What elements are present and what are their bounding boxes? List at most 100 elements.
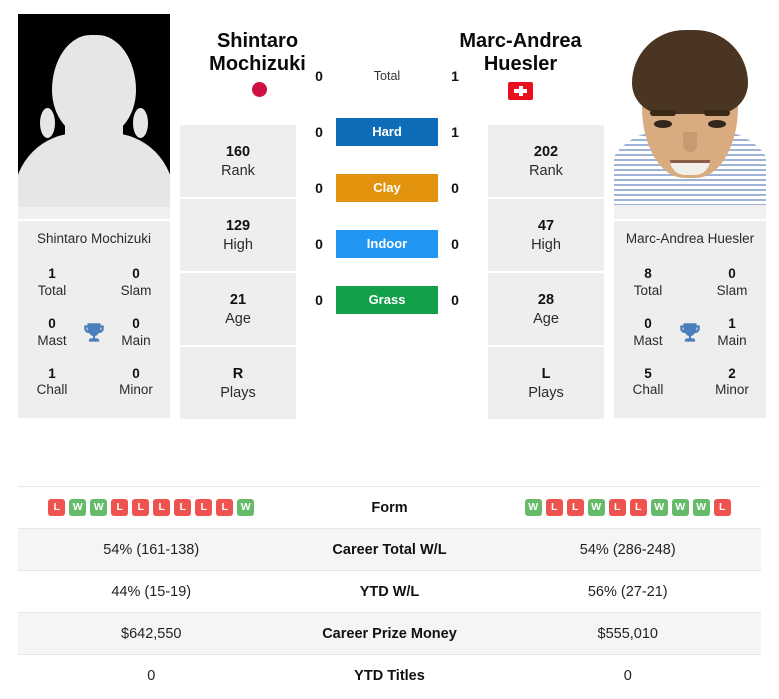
placeholder-silhouette-icon — [18, 14, 170, 219]
comparison-row-career-prize-money: $642,550 Career Prize Money $555,010 — [18, 612, 761, 654]
comparison-label-career-total-wl: Career Total W/L — [332, 541, 447, 558]
left-titles-slam: 0 Slam — [120, 266, 152, 298]
right-form-strip: WLLWLLWWWL — [495, 499, 762, 516]
h2h-indoor-right: 0 — [451, 236, 459, 252]
comparison-label-ytd-titles: YTD Titles — [354, 667, 425, 684]
comparison-label-career-prize-money: Career Prize Money — [322, 625, 457, 642]
surface-badge-indoor: Indoor — [336, 230, 438, 258]
form-chip-w[interactable]: W — [524, 499, 542, 516]
left-player-flag — [180, 82, 339, 108]
left-career-total-wl: 54% (161-138) — [103, 541, 200, 558]
right-stat-age: 28 Age — [488, 273, 604, 348]
japan-flag-icon — [252, 82, 267, 98]
switzerland-flag-icon — [508, 82, 533, 101]
h2h-row-grass: 0 Grass 0 — [302, 286, 472, 314]
right-titles-slam: 0 Slam — [716, 266, 748, 298]
surface-badge-clay: Clay — [336, 174, 438, 202]
left-player-photo — [18, 14, 170, 219]
left-titles-row-3: 1 Chall 0 Minor — [18, 357, 170, 407]
left-player-titles-card: 1 Total 0 Slam 0 Mast 0 Main 1 Chall 0 M… — [18, 255, 170, 419]
left-titles-minor: 0 Minor — [119, 365, 153, 398]
right-titles-row-2: 0 Mast 1 Main — [614, 307, 766, 357]
left-titles-total: 1 Total — [37, 266, 67, 298]
right-player-photo — [614, 14, 766, 219]
player-comparison-page: Shintaro Mochizuki 1 Total 0 Slam 0 Mast… — [0, 0, 779, 699]
h2h-clay-right: 0 — [451, 180, 459, 196]
left-player-name: Shintaro Mochizuki — [209, 30, 306, 76]
right-ytd-wl: 56% (27-21) — [587, 583, 668, 600]
comparison-label-form: Form — [371, 499, 408, 516]
right-stat-plays: L Plays — [528, 366, 564, 401]
comparison-row-form: LWWLLLLLLW Form WLLWLLWWWL — [18, 486, 761, 528]
h2h-row-hard: 0 Hard 1 — [302, 118, 472, 146]
right-stat-rank: 202 Rank — [488, 125, 604, 200]
form-chip-l[interactable]: L — [132, 499, 150, 516]
left-ytd-titles: 0 — [147, 667, 156, 684]
right-player-column: Marc-Andrea Huesler 8 Total 0 Slam 0 Mas… — [614, 14, 766, 478]
form-chip-w[interactable]: W — [90, 499, 108, 516]
right-player-titles-card: 8 Total 0 Slam 0 Mast 1 Main 5 Chall 2 M… — [614, 255, 766, 419]
form-chip-l[interactable]: L — [48, 499, 66, 516]
form-chip-w[interactable]: W — [671, 499, 689, 516]
right-career-total-wl: 54% (286-248) — [579, 541, 676, 558]
surface-badge-grass: Grass — [336, 286, 438, 314]
form-chip-l[interactable]: L — [111, 499, 129, 516]
left-player-stats-card: 160 Rank 129 High 21 Age R Plays — [180, 125, 296, 420]
h2h-row-clay: 0 Clay 0 — [302, 174, 472, 202]
left-titles-mast: 0 Mast — [37, 315, 67, 348]
right-stat-high: 47 High — [488, 199, 604, 274]
comparison-table: LWWLLLLLLW Form WLLWLLWWWL 54% (161-138)… — [18, 486, 761, 696]
h2h-grass-right: 0 — [451, 292, 459, 308]
comparison-row-ytd-titles: 0 YTD Titles 0 — [18, 654, 761, 696]
right-ytd-titles: 0 — [623, 667, 632, 684]
form-chip-w[interactable]: W — [587, 499, 605, 516]
form-chip-l[interactable]: L — [174, 499, 192, 516]
form-chip-w[interactable]: W — [650, 499, 668, 516]
form-chip-l[interactable]: L — [608, 499, 626, 516]
head-to-head-column: Shintaro Mochizuki Marc-Andrea Huesler 0… — [209, 14, 582, 478]
left-stat-age: 21 Age — [180, 273, 296, 348]
left-stat-rank: 160 Rank — [180, 125, 296, 200]
form-chip-l[interactable]: L — [195, 499, 213, 516]
form-chip-w[interactable]: W — [69, 499, 87, 516]
right-player-caption: Marc-Andrea Huesler — [614, 221, 766, 255]
left-stat-high: 129 High — [180, 199, 296, 274]
form-chip-l[interactable]: L — [566, 499, 584, 516]
player-portrait-image — [614, 14, 766, 219]
right-titles-total: 8 Total — [633, 266, 663, 298]
left-titles-row-1: 1 Total 0 Slam — [18, 257, 170, 307]
h2h-indoor-left: 0 — [315, 236, 323, 252]
left-player-caption: Shintaro Mochizuki — [18, 221, 170, 255]
form-chip-l[interactable]: L — [153, 499, 171, 516]
h2h-row-indoor: 0 Indoor 0 — [302, 230, 472, 258]
right-titles-minor: 2 Minor — [715, 365, 749, 398]
left-titles-chall: 1 Chall — [36, 365, 68, 398]
comparison-row-career-total-wl: 54% (161-138) Career Total W/L 54% (286-… — [18, 528, 761, 570]
left-titles-main: 0 Main — [121, 315, 151, 348]
left-stat-plays: R Plays — [220, 366, 256, 401]
form-chip-l[interactable]: L — [545, 499, 563, 516]
comparison-row-ytd-wl: 44% (15-19) YTD W/L 56% (27-21) — [18, 570, 761, 612]
left-player-column: Shintaro Mochizuki 1 Total 0 Slam 0 Mast… — [18, 14, 170, 478]
comparison-label-ytd-wl: YTD W/L — [359, 583, 420, 600]
right-titles-mast: 0 Mast — [633, 315, 663, 348]
right-player-stats-card: 202 Rank 47 High 28 Age L Plays — [488, 125, 604, 420]
left-ytd-wl: 44% (15-19) — [111, 583, 192, 600]
right-titles-chall: 5 Chall — [632, 365, 664, 398]
right-titles-row-3: 5 Chall 2 Minor — [614, 357, 766, 407]
h2h-clay-left: 0 — [315, 180, 323, 196]
form-chip-l[interactable]: L — [216, 499, 234, 516]
right-career-prize-money: $555,010 — [597, 625, 658, 642]
surface-badge-hard: Hard — [336, 118, 438, 146]
form-chip-l[interactable]: L — [629, 499, 647, 516]
trophy-icon — [77, 320, 111, 346]
players-header-area: Shintaro Mochizuki 1 Total 0 Slam 0 Mast… — [0, 0, 779, 478]
form-chip-w[interactable]: W — [692, 499, 710, 516]
right-player-flag — [441, 82, 600, 108]
form-chip-l[interactable]: L — [713, 499, 731, 516]
form-chip-w[interactable]: W — [237, 499, 255, 516]
trophy-icon — [673, 320, 707, 346]
right-titles-row-1: 8 Total 0 Slam — [614, 257, 766, 307]
left-form-strip: LWWLLLLLLW — [18, 499, 285, 516]
h2h-hard-left: 0 — [315, 124, 323, 140]
